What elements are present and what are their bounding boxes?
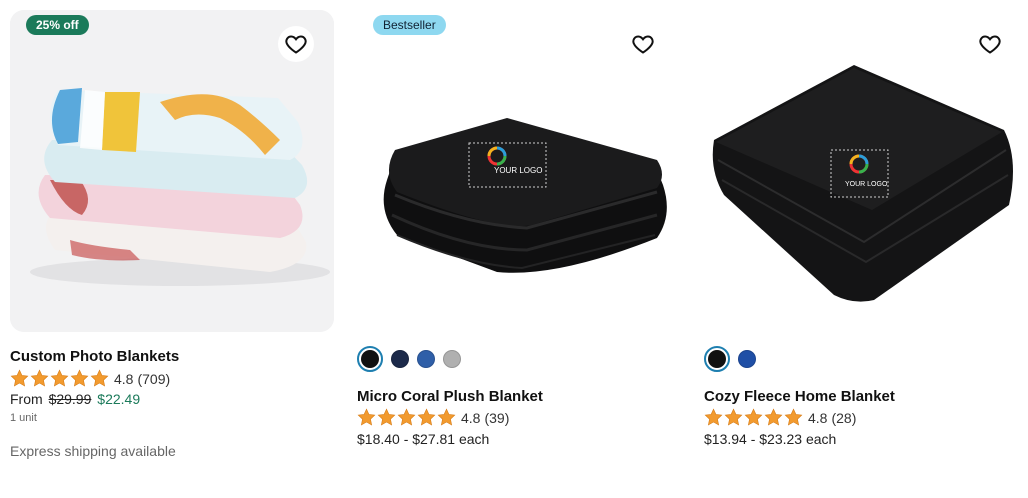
color-swatch-navy[interactable] <box>391 350 409 368</box>
sale-price: $22.49 <box>97 391 141 407</box>
rating-value: 4.8 <box>114 370 134 387</box>
heart-outline-icon <box>978 32 1002 56</box>
star-rating <box>704 408 803 427</box>
star-icon <box>784 408 803 427</box>
star-icon <box>764 408 783 427</box>
star-icon <box>437 408 456 427</box>
product-card-micro-coral-plush-blanket[interactable]: YOUR LOGO Bestseller Micro Coral Plush B… <box>357 0 681 498</box>
color-swatch-gray[interactable] <box>443 350 461 368</box>
bestseller-badge: Bestseller <box>373 15 446 35</box>
color-swatch-black[interactable] <box>357 346 383 372</box>
heart-outline-icon <box>284 32 308 56</box>
star-icon <box>417 408 436 427</box>
star-icon <box>724 408 743 427</box>
product-title[interactable]: Cozy Fleece Home Blanket <box>704 388 895 405</box>
star-icon <box>10 369 29 388</box>
favorite-button[interactable] <box>278 26 314 62</box>
logo-placeholder-text: YOUR LOGO <box>494 166 542 175</box>
star-rating <box>10 369 109 388</box>
rating-value: 4.8 <box>808 409 828 426</box>
star-icon <box>397 408 416 427</box>
color-swatch-black[interactable] <box>704 346 730 372</box>
price-range: $13.94 - $23.23 each <box>704 431 837 447</box>
product-card-cozy-fleece-home-blanket[interactable]: YOUR LOGO Cozy Fleece Home Blanket 4.8 (… <box>704 0 1028 498</box>
color-swatches <box>704 346 756 372</box>
review-count: (28) <box>831 409 857 426</box>
logo-placeholder-text: YOUR LOGO <box>845 181 888 188</box>
star-icon <box>377 408 396 427</box>
favorite-button[interactable] <box>972 26 1008 62</box>
star-rating <box>357 408 456 427</box>
favorite-button[interactable] <box>625 26 661 62</box>
original-price: $29.99 <box>48 391 92 407</box>
product-rating: 4.8 (28) <box>704 408 860 427</box>
heart-outline-icon <box>631 32 655 56</box>
star-icon <box>70 369 89 388</box>
color-swatch-blue[interactable] <box>417 350 435 368</box>
product-rating: 4.8 (39) <box>357 408 513 427</box>
unit-label: 1 unit <box>10 412 37 424</box>
price-line: From $29.99 $22.49 <box>10 391 140 407</box>
product-card-custom-photo-blankets[interactable]: 25% off Custom Photo Blankets 4.8 (709) … <box>10 0 334 498</box>
star-icon <box>744 408 763 427</box>
star-icon <box>90 369 109 388</box>
rating-value: 4.8 <box>461 409 481 426</box>
product-rating: 4.8 (709) <box>10 369 174 388</box>
price-prefix: From <box>10 391 43 407</box>
product-title[interactable]: Micro Coral Plush Blanket <box>357 388 543 405</box>
star-icon <box>357 408 376 427</box>
product-title[interactable]: Custom Photo Blankets <box>10 348 179 365</box>
shipping-note: Express shipping available <box>10 443 176 459</box>
color-swatch-royal-blue[interactable] <box>738 350 756 368</box>
star-icon <box>704 408 723 427</box>
star-icon <box>30 369 49 388</box>
discount-badge: 25% off <box>26 15 89 35</box>
star-icon <box>50 369 69 388</box>
review-count: (709) <box>137 370 171 387</box>
color-swatches <box>357 346 461 372</box>
review-count: (39) <box>484 409 510 426</box>
price-range: $18.40 - $27.81 each <box>357 431 490 447</box>
